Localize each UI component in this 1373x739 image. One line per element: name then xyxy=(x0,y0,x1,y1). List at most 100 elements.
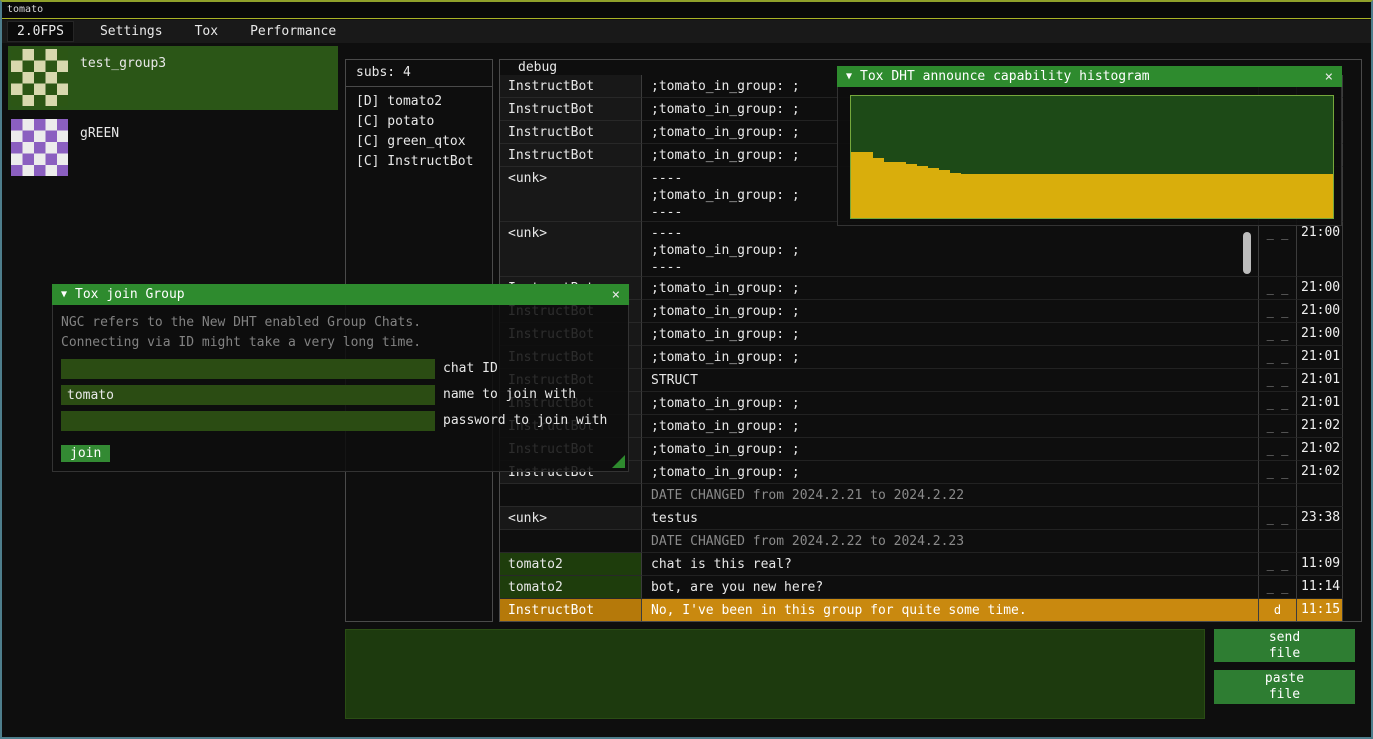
row-gutter xyxy=(1343,415,1361,438)
chat-row[interactable]: InstructBot;tomato_in_group: ;_ _21:02 xyxy=(500,461,1361,484)
close-icon[interactable]: × xyxy=(612,287,620,303)
join-dialog-titlebar[interactable]: ▼ Tox join Group × xyxy=(52,284,629,305)
row-gutter xyxy=(1343,461,1361,484)
message-time: 21:00 xyxy=(1296,323,1343,346)
member-item[interactable]: [C] InstructBot xyxy=(346,152,492,172)
histogram-bar xyxy=(971,174,982,218)
close-icon[interactable]: × xyxy=(1325,69,1333,85)
histogram-window-body xyxy=(837,87,1342,226)
message-flags: _ _ xyxy=(1258,323,1296,346)
member-item[interactable]: [C] potato xyxy=(346,112,492,132)
collapse-icon[interactable]: ▼ xyxy=(61,289,67,300)
menu-item-settings[interactable]: Settings xyxy=(88,22,175,41)
histogram-bar xyxy=(1048,174,1059,218)
send-file-button[interactable]: send file xyxy=(1214,629,1355,662)
menu-item-performance[interactable]: Performance xyxy=(238,22,348,41)
chat-row[interactable]: InstructBotNo, I've been in this group f… xyxy=(500,599,1361,621)
row-gutter xyxy=(1343,75,1361,98)
join-button[interactable]: join xyxy=(61,445,110,462)
message-flags: _ _ xyxy=(1258,300,1296,323)
message-time: 21:00 xyxy=(1296,222,1343,277)
menu-item-tox[interactable]: Tox xyxy=(183,22,230,41)
chat-row[interactable]: <unk>testus_ _23:38 xyxy=(500,507,1361,530)
chat-row[interactable]: tomato2bot, are you new here?_ _11:14 xyxy=(500,576,1361,599)
histogram-bar xyxy=(1004,174,1015,218)
join-field-label: chat ID xyxy=(443,359,498,379)
row-gutter xyxy=(1343,277,1361,300)
chat-row[interactable]: InstructBotSTRUCT_ _21:01 xyxy=(500,369,1361,392)
message-text: No, I've been in this group for quite so… xyxy=(642,599,1258,621)
join-field-input-1[interactable] xyxy=(61,385,435,405)
message-text: ;tomato_in_group: ; xyxy=(642,323,1258,346)
chat-row[interactable]: InstructBot;tomato_in_group: ;_ _21:00 xyxy=(500,300,1361,323)
chat-row[interactable]: DATE CHANGED from 2024.2.21 to 2024.2.22 xyxy=(500,484,1361,507)
group-list: test_group3 gREEN xyxy=(8,46,338,186)
message-line: No, I've been in this group for quite so… xyxy=(651,602,1258,619)
chat-row[interactable]: InstructBot;tomato_in_group: ;_ _21:02 xyxy=(500,438,1361,461)
histogram-bar xyxy=(1191,174,1202,218)
member-item[interactable]: [D] tomato2 xyxy=(346,92,492,112)
join-group-dialog: ▼ Tox join Group × NGC refers to the New… xyxy=(52,284,629,472)
row-gutter xyxy=(1343,553,1361,576)
chat-row[interactable]: InstructBot;tomato_in_group: ;_ _21:00 xyxy=(500,323,1361,346)
join-fields: chat ID name to join with password to join… xyxy=(61,359,620,431)
chat-scrollbar-thumb[interactable] xyxy=(1243,232,1251,274)
histogram-bar xyxy=(1311,174,1322,218)
histogram-bar xyxy=(993,174,1004,218)
paste-file-button[interactable]: paste file xyxy=(1214,670,1355,704)
join-field-input-0[interactable] xyxy=(61,359,435,379)
join-field-label: password to join with xyxy=(443,411,607,431)
row-gutter xyxy=(1343,484,1361,507)
histogram-window-titlebar[interactable]: ▼ Tox DHT announce capability histogram … xyxy=(837,66,1342,87)
chat-row[interactable]: InstructBot;tomato_in_group: ;_ _21:01 xyxy=(500,392,1361,415)
histogram-bar xyxy=(1267,174,1278,218)
histogram-bar xyxy=(1278,174,1289,218)
chat-row[interactable]: InstructBot;tomato_in_group: ;_ _21:01 xyxy=(500,346,1361,369)
row-gutter xyxy=(1343,121,1361,144)
message-flags: _ _ xyxy=(1258,277,1296,300)
message-text: DATE CHANGED from 2024.2.22 to 2024.2.23 xyxy=(642,530,1258,553)
histogram-window: ▼ Tox DHT announce capability histogram … xyxy=(837,66,1342,226)
message-time: 21:01 xyxy=(1296,369,1343,392)
histogram-bar xyxy=(1037,174,1048,218)
histogram-bar xyxy=(862,152,873,218)
message-flags xyxy=(1258,484,1296,507)
resize-grip[interactable] xyxy=(612,455,625,468)
message-line: chat is this real? xyxy=(651,556,1258,573)
join-field-row: name to join with xyxy=(61,385,620,405)
message-line: ;tomato_in_group: ; xyxy=(651,464,1258,481)
chat-row[interactable]: InstructBot;tomato_in_group: ;_ _21:02 xyxy=(500,415,1361,438)
message-author: InstructBot xyxy=(500,144,642,167)
histogram-bar xyxy=(1147,174,1158,218)
chat-row[interactable]: <unk>----;tomato_in_group: ;----_ _21:00 xyxy=(500,222,1361,277)
join-field-row: password to join with xyxy=(61,411,620,431)
histogram-bar xyxy=(928,168,939,218)
menubar-items: Settings Tox Performance xyxy=(88,22,356,41)
message-time: 11:14 xyxy=(1296,576,1343,599)
group-item-test_group3[interactable]: test_group3 xyxy=(8,46,338,110)
message-text: ;tomato_in_group: ; xyxy=(642,415,1258,438)
histogram-bar xyxy=(884,162,895,218)
message-author xyxy=(500,484,642,507)
collapse-icon[interactable]: ▼ xyxy=(846,71,852,82)
row-gutter xyxy=(1343,222,1361,277)
member-item[interactable]: [C] green_qtox xyxy=(346,132,492,152)
message-flags: _ _ xyxy=(1258,461,1296,484)
chat-row[interactable]: tomato2chat is this real?_ _11:09 xyxy=(500,553,1361,576)
message-line: DATE CHANGED from 2024.2.21 to 2024.2.22 xyxy=(651,487,1258,504)
message-line: ;tomato_in_group: ; xyxy=(651,280,1258,297)
histogram-bar xyxy=(950,173,961,218)
join-field-input-2[interactable] xyxy=(61,411,435,431)
message-author: InstructBot xyxy=(500,98,642,121)
histogram-bar xyxy=(1026,174,1037,218)
histogram-bar xyxy=(1103,174,1114,218)
composer-input[interactable] xyxy=(345,629,1205,719)
group-item-green[interactable]: gREEN xyxy=(8,116,338,180)
message-flags: d xyxy=(1258,599,1296,621)
chat-row[interactable]: DATE CHANGED from 2024.2.22 to 2024.2.23 xyxy=(500,530,1361,553)
row-gutter xyxy=(1343,300,1361,323)
group-name: gREEN xyxy=(80,126,119,180)
message-line: ---- xyxy=(651,259,1258,276)
chat-row[interactable]: InstructBot;tomato_in_group: ;_ _21:00 xyxy=(500,277,1361,300)
join-field-row: chat ID xyxy=(61,359,620,379)
